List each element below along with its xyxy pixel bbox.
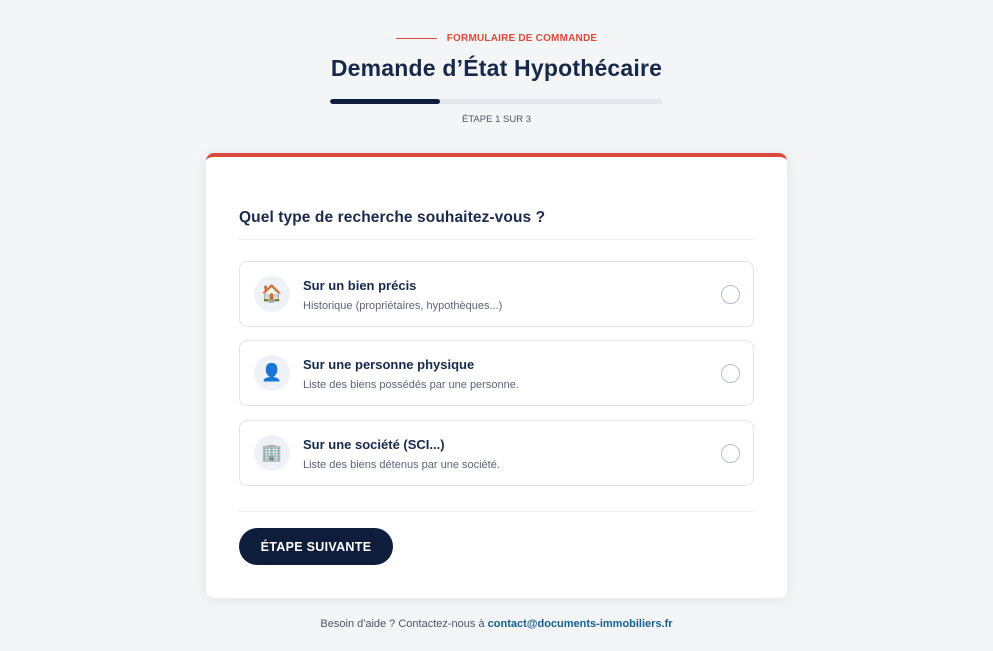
option-description: Liste des biens détenus par une société. [303, 459, 500, 471]
option-radio[interactable] [721, 285, 740, 304]
option-title: Sur une personne physique [303, 357, 475, 372]
house-icon: 🏠 [254, 276, 290, 312]
question-divider [239, 239, 754, 240]
option-description: Historique (propriétaires, hypothèques..… [303, 300, 503, 312]
building-icon: 🏢 [254, 435, 290, 471]
option-bien-precis[interactable]: 🏠 Sur un bien précis Historique (proprié… [239, 261, 754, 327]
option-societe[interactable]: 🏢 Sur une société (SCI...) Liste des bie… [239, 420, 754, 486]
help-text: Besoin d'aide ? Contactez-nous à [320, 618, 485, 630]
question-title: Quel type de recherche souhaitez-vous ? [239, 209, 546, 226]
page-title: Demande d’État Hypothécaire [330, 55, 663, 81]
eyebrow-line [395, 38, 437, 39]
person-icon: 👤 [254, 355, 290, 391]
contact-email-link[interactable]: contact@documents-immobiliers.fr [488, 618, 673, 630]
option-description: Liste des biens possédés par une personn… [303, 379, 519, 391]
option-personne-physique[interactable]: 👤 Sur une personne physique Liste des bi… [239, 340, 754, 406]
option-title: Sur une société (SCI...) [303, 437, 445, 452]
help-footer: Besoin d'aide ? Contactez-nous à contact… [0, 618, 993, 630]
eyebrow-text: FORMULAIRE DE COMMANDE [446, 33, 598, 44]
eyebrow: FORMULAIRE DE COMMANDE [0, 33, 993, 44]
step-indicator: ÉTAPE 1 SUR 3 [462, 114, 531, 125]
progress-fill [330, 99, 440, 104]
next-step-button[interactable]: ÉTAPE SUIVANTE [239, 528, 393, 565]
option-radio[interactable] [721, 444, 740, 463]
progress-bar [330, 99, 663, 104]
option-radio[interactable] [721, 364, 740, 383]
option-title: Sur un bien précis [303, 278, 417, 293]
actions-divider [239, 511, 754, 512]
form-card: Quel type de recherche souhaitez-vous ? … [206, 153, 787, 598]
